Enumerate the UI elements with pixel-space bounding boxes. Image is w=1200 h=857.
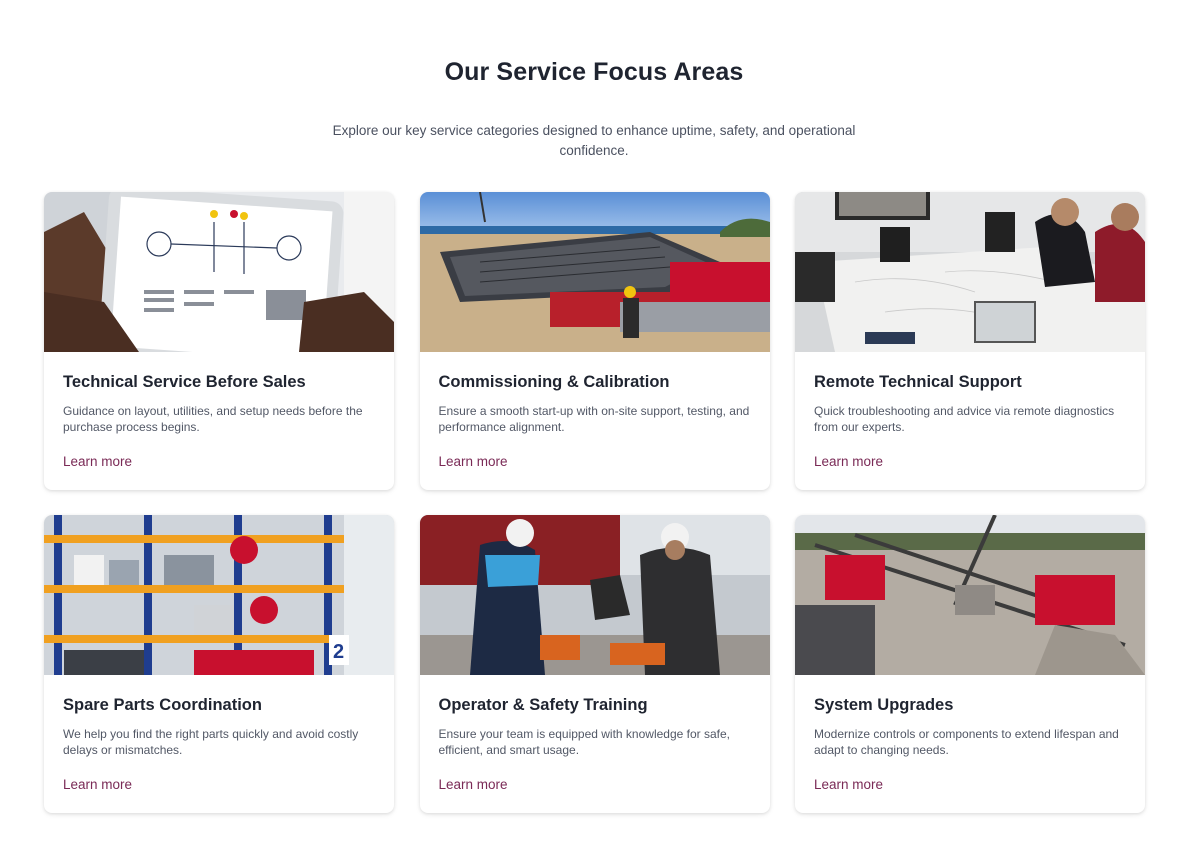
card-description: Modernize controls or components to exte… [814, 727, 1119, 757]
learn-more-link[interactable]: Learn more [814, 777, 883, 792]
learn-more-link[interactable]: Learn more [439, 777, 508, 792]
learn-more-link[interactable]: Learn more [814, 454, 883, 469]
svg-text:2: 2 [333, 641, 344, 663]
service-card[interactable]: Commissioning & Calibration Ensure a smo… [419, 192, 770, 490]
crushing-plant-conveyors-image [795, 515, 1145, 675]
warehouse-shelves-image: 2 [44, 515, 394, 675]
tablet-layout-plan-image [44, 192, 394, 352]
service-card[interactable]: 2 Spare Parts Coordination We help you f… [44, 515, 394, 813]
card-title: Commissioning & Calibration [438, 373, 670, 391]
meeting-room-support-image [795, 192, 1145, 352]
learn-more-link[interactable]: Learn more [63, 454, 132, 469]
card-description: We help you find the right parts quickly… [63, 727, 359, 757]
card-title: Remote Technical Support [814, 373, 1022, 391]
card-title: Technical Service Before Sales [63, 373, 306, 391]
learn-more-link[interactable]: Learn more [63, 777, 132, 792]
crusher-commissioning-image [419, 192, 770, 352]
service-card[interactable]: Remote Technical Support Quick troublesh… [795, 192, 1145, 490]
service-card[interactable]: System Upgrades Modernize controls or co… [795, 515, 1145, 813]
learn-more-link[interactable]: Learn more [439, 454, 508, 469]
service-card[interactable]: Operator & Safety Training Ensure your t… [419, 515, 770, 813]
card-description: Guidance on layout, utilities, and setup… [63, 404, 363, 434]
section-title: Our Service Focus Areas [444, 58, 744, 86]
section-subtitle: Explore our key service categories desig… [332, 123, 856, 158]
service-card[interactable]: Technical Service Before Sales Guidance … [44, 192, 394, 490]
card-title: Operator & Safety Training [438, 696, 648, 714]
card-title: Spare Parts Coordination [63, 696, 262, 714]
operators-remote-control-image [419, 515, 770, 675]
card-description: Ensure your team is equipped with knowle… [438, 727, 731, 757]
service-card-grid: Technical Service Before Sales Guidance … [44, 192, 1145, 813]
service-focus-section: Our Service Focus Areas Explore our key … [0, 0, 1200, 857]
card-description: Ensure a smooth start-up with on-site su… [438, 404, 750, 434]
card-title: System Upgrades [814, 696, 954, 714]
card-description: Quick troubleshooting and advice via rem… [814, 404, 1115, 434]
